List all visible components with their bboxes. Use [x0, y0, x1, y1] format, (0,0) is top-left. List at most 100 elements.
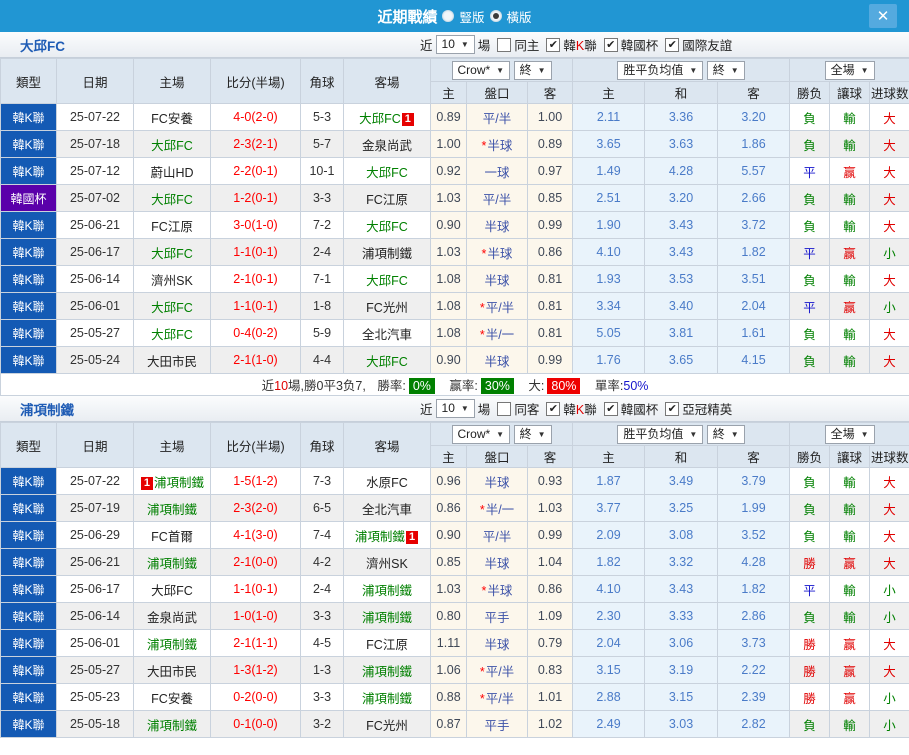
- match-row: 韓K聯 25-05-27 大田市民 1-3(1-2) 1-3 浦項制鐵 1.06 *平/半 0.…: [0, 656, 909, 684]
- away-team-cell: 浦項制鐵 1: [343, 521, 431, 549]
- odds-home-cell: 0.96: [430, 467, 467, 495]
- date-cell: 25-06-01: [56, 292, 134, 320]
- odds-home-cell: 1.03: [430, 575, 467, 603]
- subcol-result-handicap: 讓球: [829, 445, 871, 468]
- type-cell: 韓國杯: [0, 184, 57, 212]
- away-team-cell: 浦項制鐵: [343, 602, 431, 630]
- odds-group-header: Crow* ▼ 終 ▼: [429, 422, 574, 446]
- match-count-select[interactable]: 10 ▼: [435, 399, 475, 418]
- single-rate-value: 50%: [623, 379, 649, 393]
- mean-home-cell: 1.76: [572, 346, 646, 374]
- mean-away-cell: 2.66: [717, 184, 791, 212]
- odds-source-select[interactable]: Crow* ▼: [451, 60, 511, 80]
- team-name-title: 大邱FC: [20, 38, 65, 54]
- league-checkbox[interactable]: [603, 37, 618, 52]
- mean-draw-cell: 3.65: [644, 346, 719, 374]
- mean-draw-cell: 3.53: [644, 265, 719, 293]
- col-header-score: 比分(半場): [210, 422, 301, 468]
- team-name-title: 浦項制鐵: [20, 402, 74, 418]
- handicap-star-icon: *: [481, 246, 487, 261]
- result-goals-cell: 大: [869, 494, 909, 522]
- matches-table: 類型 日期 主場 比分(半場) 角球 客場 Crow* ▼ 終 ▼ 胜平负均值 ▼ 終…: [0, 58, 909, 396]
- corner-cell: 7-4: [300, 521, 344, 549]
- scope-select[interactable]: 全場 ▼: [824, 424, 875, 444]
- same-venue-checkbox[interactable]: [497, 401, 512, 416]
- date-cell: 25-06-14: [56, 265, 134, 293]
- match-row: 韓國杯 25-07-02 大邱FC 1-2(0-1) 3-3 FC江原 1.03 平/半 0.8…: [0, 184, 909, 212]
- league-checkbox[interactable]: [665, 37, 680, 52]
- result-wdl-cell: 負: [789, 602, 831, 630]
- result-handicap-cell: 輸: [829, 346, 871, 374]
- result-wdl-cell: 勝: [789, 656, 831, 684]
- result-handicap-cell: 輸: [829, 103, 871, 131]
- team-name: 浦項制鐵: [154, 475, 205, 490]
- final-mean-select[interactable]: 終 ▼: [706, 424, 745, 444]
- odds-away-cell: 1.04: [526, 548, 574, 576]
- odds-away-cell: 1.02: [526, 710, 574, 738]
- mean-away-cell: 2.22: [717, 656, 791, 684]
- team-filter-bar: 大邱FC 近 10▼ 場 同主 韓K聯 韓國杯 國際友誼: [0, 32, 909, 58]
- match-row: 韓K聯 25-06-21 浦項制鐵 2-1(0-0) 4-2 濟州SK 0.85 半球 1.04…: [0, 548, 909, 576]
- odds-away-cell: 0.99: [526, 211, 574, 239]
- close-button[interactable]: ✕: [869, 4, 897, 28]
- subcol-result-wdl: 勝负: [789, 445, 831, 468]
- mean-home-cell: 3.15: [572, 656, 646, 684]
- date-cell: 25-06-21: [56, 548, 134, 576]
- team-name: 全北汽車: [361, 502, 412, 517]
- home-team-cell: 大邱FC: [133, 319, 211, 347]
- score-cell: 1-2(0-1): [210, 184, 301, 212]
- result-handicap-cell: 赢: [829, 629, 871, 657]
- type-cell: 韓K聯: [0, 211, 57, 239]
- team-name: 濟州SK: [366, 556, 408, 571]
- odds-group-header: Crow* ▼ 終 ▼: [429, 58, 574, 82]
- corner-cell: 7-1: [300, 265, 344, 293]
- match-row: 韓K聯 25-06-01 浦項制鐵 2-1(1-1) 4-5 FC江原 1.11 半球 0.79…: [0, 629, 909, 657]
- type-cell: 韓K聯: [0, 656, 57, 684]
- mean-home-cell: 2.51: [572, 184, 646, 212]
- handicap-cell: *半/一: [466, 319, 528, 347]
- layout-radio-horizontal[interactable]: [489, 10, 502, 22]
- date-cell: 25-05-18: [56, 710, 134, 738]
- mean-odds-select[interactable]: 胜平负均值 ▼: [617, 60, 704, 80]
- home-team-cell: 金泉尚武: [133, 602, 211, 630]
- handicap-cell: 半球: [466, 629, 528, 657]
- final-odds-select[interactable]: 終 ▼: [513, 424, 552, 444]
- league-checkbox[interactable]: [546, 401, 561, 416]
- result-handicap-cell: 輸: [829, 319, 871, 347]
- final-odds-select[interactable]: 終 ▼: [513, 60, 552, 80]
- same-venue-checkbox[interactable]: [497, 37, 512, 52]
- layout-radio-vertical[interactable]: [442, 10, 455, 22]
- chevron-down-icon: ▼: [496, 429, 505, 439]
- away-team-cell: 浦項制鐵: [343, 575, 431, 603]
- odds-source-select[interactable]: Crow* ▼: [451, 424, 511, 444]
- mean-odds-select[interactable]: 胜平负均值 ▼: [617, 424, 704, 444]
- league-checkbox[interactable]: [546, 37, 561, 52]
- scope-select[interactable]: 全場 ▼: [824, 60, 875, 80]
- result-handicap-cell: 輸: [829, 710, 871, 738]
- final-mean-select[interactable]: 終 ▼: [706, 60, 745, 80]
- league-checkbox[interactable]: [665, 401, 680, 416]
- col-header-away: 客場: [343, 422, 431, 468]
- mean-away-cell: 4.28: [717, 548, 791, 576]
- result-handicap-cell: 輸: [829, 130, 871, 158]
- result-wdl-cell: 負: [789, 319, 831, 347]
- handicap-star-icon: *: [481, 583, 487, 598]
- mean-home-cell: 2.49: [572, 710, 646, 738]
- result-goals-cell: 大: [869, 157, 909, 185]
- league-checkbox[interactable]: [603, 401, 618, 416]
- score-cell: 2-2(0-1): [210, 157, 301, 185]
- match-count-select[interactable]: 10 ▼: [435, 35, 475, 54]
- result-wdl-cell: 勝: [789, 548, 831, 576]
- type-cell: 韓K聯: [0, 629, 57, 657]
- team-name: 蔚山HD: [150, 165, 194, 180]
- odds-away-cell: 0.85: [526, 184, 574, 212]
- league-label: 韓國杯: [620, 403, 659, 417]
- date-cell: 25-07-12: [56, 157, 134, 185]
- handicap-cell: 半球: [466, 548, 528, 576]
- corner-cell: 4-5: [300, 629, 344, 657]
- result-handicap-cell: 赢: [829, 292, 871, 320]
- team-name: 浦項制鐵: [146, 556, 197, 571]
- team-name: 大邱FC: [151, 192, 193, 207]
- match-row: 韓K聯 25-06-21 FC江原 3-0(1-0) 7-2 大邱FC 0.90 半球 0.99…: [0, 211, 909, 239]
- col-header-date: 日期: [56, 58, 134, 104]
